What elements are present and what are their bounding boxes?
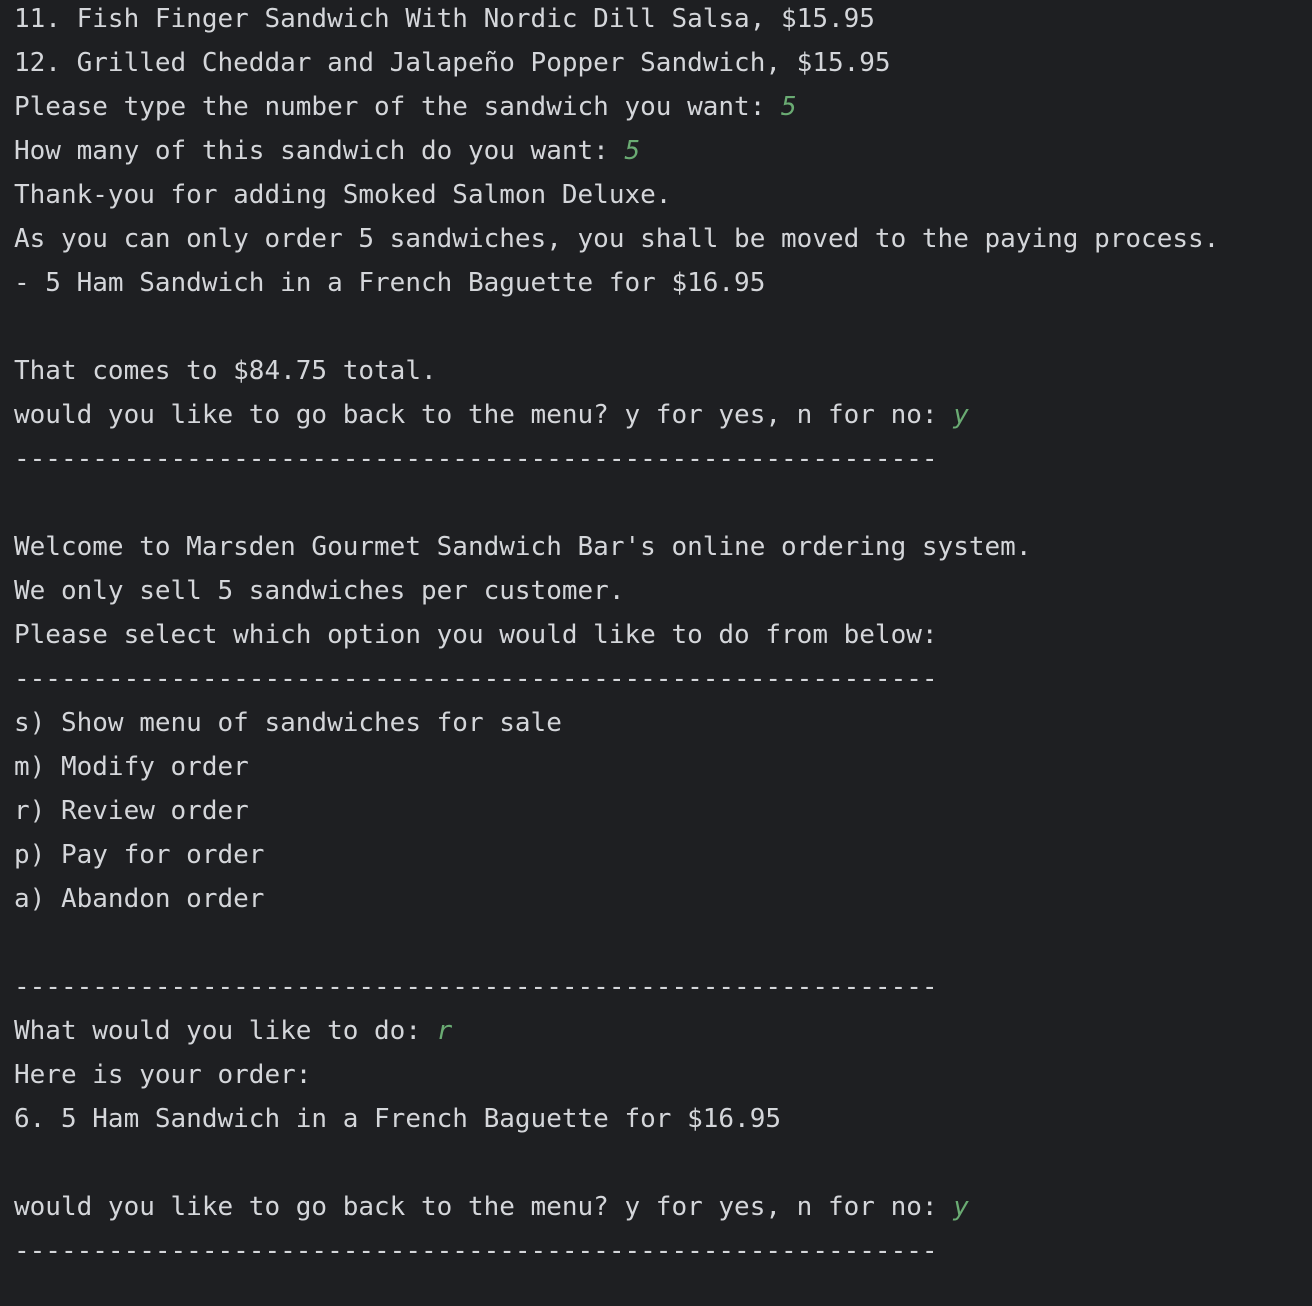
output-text: - 5 Ham Sandwich in a French Baguette fo…: [14, 268, 766, 298]
menu-option-modify-order: m) Modify order: [14, 745, 249, 789]
output-text: 11. Fish Finger Sandwich With Nordic Dil…: [14, 4, 875, 34]
user-input: 5: [781, 92, 797, 122]
console-line: - 5 Ham Sandwich in a French Baguette fo…: [14, 261, 765, 305]
console-divider: ----------------------------------------…: [14, 657, 938, 701]
console-line: Please type the number of the sandwich y…: [14, 85, 797, 129]
console-line: 12. Grilled Cheddar and Jalapeño Popper …: [14, 41, 891, 85]
output-text: r) Review order: [14, 796, 249, 826]
output-text: We only sell 5 sandwiches per customer.: [14, 576, 625, 606]
console-line: Please select which option you would lik…: [14, 613, 938, 657]
console-output[interactable]: 11. Fish Finger Sandwich With Nordic Dil…: [0, 0, 1312, 1306]
output-text: Here is your order:: [14, 1060, 312, 1090]
output-text: Please select which option you would lik…: [14, 620, 938, 650]
menu-option-review-order: r) Review order: [14, 789, 249, 833]
output-text: 6. 5 Ham Sandwich in a French Baguette f…: [14, 1104, 782, 1134]
console-line: would you like to go back to the menu? y…: [14, 1185, 969, 1229]
console-line: would you like to go back to the menu? y…: [14, 393, 969, 437]
output-text: Please type the number of the sandwich y…: [14, 92, 782, 122]
console-line: We only sell 5 sandwiches per customer.: [14, 569, 624, 613]
output-text: 12. Grilled Cheddar and Jalapeño Popper …: [14, 48, 891, 78]
output-text: would you like to go back to the menu? y…: [14, 400, 954, 430]
output-text: a) Abandon order: [14, 884, 265, 914]
console-divider: ----------------------------------------…: [14, 437, 938, 481]
user-input: y: [953, 1192, 969, 1222]
output-text: ----------------------------------------…: [14, 664, 938, 694]
output-text: Thank-you for adding Smoked Salmon Delux…: [14, 180, 672, 210]
user-input: y: [953, 400, 969, 430]
output-text: ----------------------------------------…: [14, 1236, 938, 1266]
user-input: r: [436, 1016, 453, 1046]
console-line: Welcome to Marsden Gourmet Sandwich Bar'…: [14, 525, 1031, 569]
console-line: As you can only order 5 sandwiches, you …: [14, 217, 1219, 261]
console-line: Thank-you for adding Smoked Salmon Delux…: [14, 173, 671, 217]
console-divider: ----------------------------------------…: [14, 965, 938, 1009]
output-text: As you can only order 5 sandwiches, you …: [14, 224, 1220, 254]
output-text: would you like to go back to the menu? y…: [14, 1192, 954, 1222]
output-text: Welcome to Marsden Gourmet Sandwich Bar'…: [14, 532, 1032, 562]
output-text: m) Modify order: [14, 752, 249, 782]
menu-option-show-menu: s) Show menu of sandwiches for sale: [14, 701, 562, 745]
output-text: p) Pay for order: [14, 840, 265, 870]
console-line: 6. 5 Ham Sandwich in a French Baguette f…: [14, 1097, 781, 1141]
console-line: What would you like to do: r: [14, 1009, 452, 1053]
menu-option-abandon-order: a) Abandon order: [14, 877, 264, 921]
console-line: 11. Fish Finger Sandwich With Nordic Dil…: [14, 0, 875, 41]
output-text: s) Show menu of sandwiches for sale: [14, 708, 562, 738]
output-text: What would you like to do:: [14, 1016, 437, 1046]
console-line: Here is your order:: [14, 1053, 311, 1097]
output-text: ----------------------------------------…: [14, 444, 938, 474]
console-line: How many of this sandwich do you want: 5: [14, 129, 640, 173]
output-text: ----------------------------------------…: [14, 972, 938, 1002]
output-text: How many of this sandwich do you want:: [14, 136, 625, 166]
output-text: That comes to $84.75 total.: [14, 356, 437, 386]
user-input: 5: [624, 136, 641, 166]
menu-option-pay-order: p) Pay for order: [14, 833, 264, 877]
console-line: That comes to $84.75 total.: [14, 349, 437, 393]
console-divider: ----------------------------------------…: [14, 1229, 938, 1273]
